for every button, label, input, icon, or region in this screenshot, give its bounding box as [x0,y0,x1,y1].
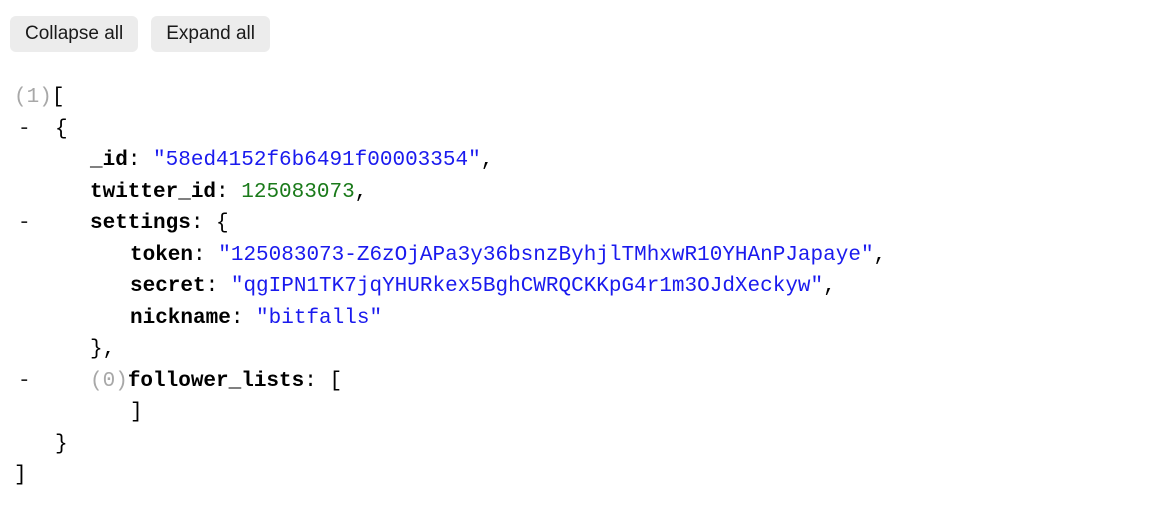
json-bracket: ] [130,401,143,424]
json-key: nickname [130,306,231,330]
collapse-toggle-icon[interactable]: - [18,114,40,146]
collapse-toggle-icon[interactable]: - [18,208,40,240]
json-line-content: twitter_id: 125083073, [0,177,367,209]
json-bracket: ] [14,464,27,487]
json-line: - settings: { [0,208,1166,240]
json-line-content: (1)[ [0,82,64,114]
json-viewer-toolbar: Collapse all Expand all [10,16,270,52]
json-line: - (0)follower_lists: [ [0,366,1166,398]
json-comma: , [354,180,368,204]
json-child-count: (1) [14,86,52,109]
json-key: secret [130,275,206,298]
json-comma: , [873,243,887,267]
json-colon: : [205,275,231,298]
json-line: nickname: "bitfalls" [0,303,1166,335]
collapse-toggle-icon[interactable]: - [18,366,40,398]
json-comma: , [823,275,836,298]
json-line: token: "125083073-Z6zOjAPa3y36bsnzByhjlT… [0,240,1166,272]
json-line: -{ [0,114,1166,146]
json-line-content: }, [0,334,115,366]
json-child-count: (0) [90,369,128,393]
json-colon: : [216,180,242,204]
json-line-content: nickname: "bitfalls" [0,303,382,335]
json-colon: : [304,369,330,393]
json-line: (1)[ [0,82,1166,114]
json-line-content: ] [0,397,143,429]
json-colon: : [190,212,217,235]
json-bracket: { [55,117,68,141]
json-key: twitter_id [90,180,217,204]
json-bracket: [ [51,86,65,109]
json-value-number: 125083073 [241,180,355,204]
json-key: _id [90,149,128,172]
json-tree-viewer: (1)[-{_id: "58ed4152f6b6491f00003354", tw… [0,82,1166,492]
json-bracket: [ [329,369,343,393]
json-line-content: ] [0,460,27,492]
json-line: secret: "qgIPN1TK7jqYHURkex5BghCWRQCKKpG… [0,271,1166,303]
json-line-content: secret: "qgIPN1TK7jqYHURkex5BghCWRQCKKpG… [0,271,836,303]
json-key: follower_lists [127,369,305,393]
json-colon: : [127,149,154,172]
json-bracket: } [55,432,68,456]
json-line: _id: "58ed4152f6b6491f00003354", [0,145,1166,177]
json-line: } [0,429,1166,461]
json-key: settings [90,212,191,235]
json-key: token [130,243,194,267]
json-bracket: }, [90,338,116,361]
expand-all-button[interactable]: Expand all [151,16,270,52]
json-line-content: token: "125083073-Z6zOjAPa3y36bsnzByhjlT… [0,240,886,272]
json-value-string: "bitfalls" [256,306,383,330]
json-value-string: "58ed4152f6b6491f00003354" [153,149,481,172]
json-value-string: "qgIPN1TK7jqYHURkex5BghCWRQCKKpG4r1m3OJd… [230,275,824,298]
json-colon: : [193,243,219,267]
json-comma: , [480,149,494,172]
collapse-all-button[interactable]: Collapse all [10,16,139,52]
json-line: ] [0,460,1166,492]
json-line-content: (0)follower_lists: [ [0,366,342,398]
json-colon: : [230,306,257,330]
json-line-content: _id: "58ed4152f6b6491f00003354", [0,145,493,177]
json-line: ] [0,397,1166,429]
json-line: }, [0,334,1166,366]
json-bracket: { [216,212,229,235]
json-line-content: } [0,429,68,461]
json-line: twitter_id: 125083073, [0,177,1166,209]
json-value-string: "125083073-Z6zOjAPa3y36bsnzByhjlTMhxwR10… [218,243,874,267]
